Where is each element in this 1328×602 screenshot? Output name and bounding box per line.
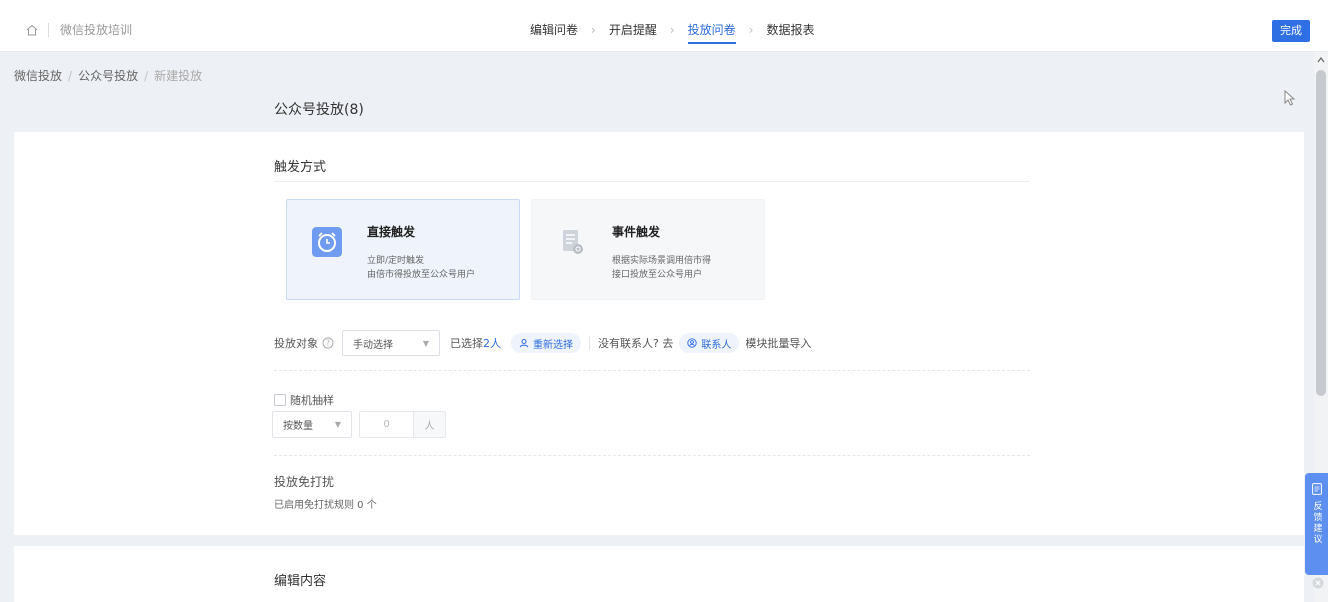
help-icon[interactable]: ? xyxy=(322,337,334,349)
step-report[interactable]: 数据报表 xyxy=(766,21,814,38)
chevron-up-icon[interactable] xyxy=(1317,56,1325,64)
document-icon xyxy=(563,230,583,254)
trigger-desc: 接口投放至公众号用户 xyxy=(612,270,703,280)
divider xyxy=(274,181,1030,182)
trigger-desc: 立即/定时触发 xyxy=(367,256,425,266)
top-bar: 微信投放培训 编辑问卷 › 开启提醒 › 投放问卷 › 数据报表 完成 xyxy=(0,0,1328,52)
divider xyxy=(589,336,590,350)
trigger-desc: 由倍市得投放至公众号用户 xyxy=(367,270,476,280)
divider xyxy=(274,455,1030,456)
sample-controls: 按数量 ▼ 人 xyxy=(272,411,446,438)
trigger-option-event[interactable]: 事件触发 根据实际场景调用倍市得 接口投放至公众号用户 xyxy=(531,199,765,300)
audience-select-value: 手动选择 xyxy=(353,339,393,351)
step-edit-survey[interactable]: 编辑问卷 xyxy=(530,21,578,38)
step-nav: 编辑问卷 › 开启提醒 › 投放问卷 › 数据报表 xyxy=(530,21,815,44)
trigger-card: 触发方式 直接触发 立即/定时触发 由倍市得投放至公众号用户 事件触发 根据实际… xyxy=(14,132,1304,535)
dnd-rules-text: 已启用免打扰规则 0 个 xyxy=(274,500,377,511)
section-title: 编辑内容 xyxy=(274,574,327,589)
done-button[interactable]: 完成 xyxy=(1272,20,1310,42)
section-title: 触发方式 xyxy=(274,160,327,175)
reselect-button[interactable]: 重新选择 xyxy=(511,333,581,353)
chevron-right-icon: › xyxy=(669,22,675,37)
step-distribute[interactable]: 投放问卷 xyxy=(687,21,736,44)
divider xyxy=(274,370,1030,371)
chevron-right-icon: › xyxy=(748,22,754,37)
sample-mode-value: 按数量 xyxy=(283,421,313,432)
breadcrumb-item[interactable]: 微信投放 xyxy=(14,69,62,83)
app-title: 微信投放培训 xyxy=(60,23,133,37)
sample-quantity-input[interactable] xyxy=(359,411,413,438)
breadcrumb-current: 新建投放 xyxy=(154,69,203,83)
random-sample-row[interactable]: 随机抽样 xyxy=(274,392,334,408)
dnd-title: 投放免打扰 xyxy=(274,475,335,489)
contact-icon xyxy=(687,338,697,348)
feedback-label: 反馈建议 xyxy=(1311,501,1322,545)
cursor-icon xyxy=(1284,90,1296,106)
audience-label: 投放对象 xyxy=(274,337,318,350)
breadcrumb: 微信投放 / 公众号投放 / 新建投放 xyxy=(14,69,203,83)
divider xyxy=(48,23,49,37)
content-card: 编辑内容 xyxy=(14,546,1304,602)
no-contact-text: 没有联系人? 去 xyxy=(598,337,674,350)
random-sample-checkbox[interactable] xyxy=(274,394,286,406)
chevron-right-icon: › xyxy=(591,22,596,37)
import-text: 模块批量导入 xyxy=(745,337,812,350)
audience-row: 投放对象 ? 手动选择 ▼ 已选择2人 重新选择 没有联系人? 去 联系人 模块… xyxy=(274,330,811,356)
sample-unit: 人 xyxy=(413,411,446,438)
user-icon xyxy=(519,339,529,348)
caret-down-icon: ▼ xyxy=(422,338,429,348)
close-icon[interactable] xyxy=(1312,577,1324,589)
trigger-desc: 根据实际场景调用倍市得 xyxy=(612,256,712,266)
scroll-thumb[interactable] xyxy=(1316,70,1326,396)
trigger-option-direct[interactable]: 直接触发 立即/定时触发 由倍市得投放至公众号用户 xyxy=(286,199,520,300)
alarm-clock-icon xyxy=(312,227,342,257)
random-sample-label: 随机抽样 xyxy=(290,394,334,407)
trigger-name: 事件触发 xyxy=(612,225,661,239)
document-icon xyxy=(1311,483,1322,495)
feedback-tab[interactable]: 反馈建议 xyxy=(1305,473,1328,575)
step-reminder[interactable]: 开启提醒 xyxy=(609,21,657,38)
home-icon[interactable] xyxy=(26,24,38,36)
selected-count: 已选择2人 xyxy=(450,337,501,350)
sample-mode-select[interactable]: 按数量 ▼ xyxy=(272,411,352,438)
caret-down-icon: ▼ xyxy=(334,420,341,429)
page-title: 公众号投放(8) xyxy=(274,102,364,118)
contacts-link[interactable]: 联系人 xyxy=(679,333,740,353)
breadcrumb-item[interactable]: 公众号投放 xyxy=(78,69,138,83)
svg-text:?: ? xyxy=(326,339,330,348)
audience-select[interactable]: 手动选择 ▼ xyxy=(342,330,440,356)
trigger-name: 直接触发 xyxy=(367,225,416,239)
